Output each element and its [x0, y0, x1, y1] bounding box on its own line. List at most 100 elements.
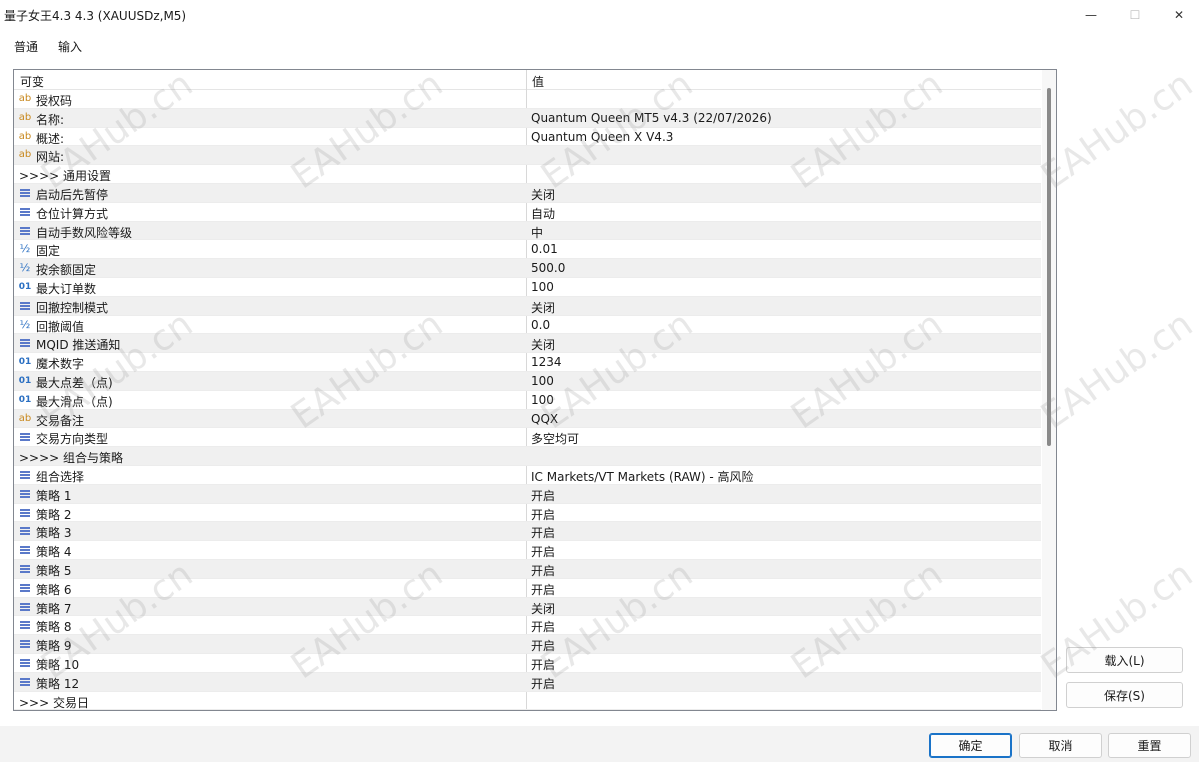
- tab-general[interactable]: 普通: [14, 38, 38, 58]
- variable-value[interactable]: IC Markets/VT Markets (RAW) - 高风险: [531, 468, 754, 485]
- close-button[interactable]: ✕: [1156, 0, 1199, 30]
- variable-value[interactable]: Quantum Queen X V4.3: [531, 130, 673, 144]
- table-row[interactable]: 策略 9 开启: [14, 635, 1041, 654]
- enum-list-icon: [18, 336, 32, 350]
- variable-name: 策略 1: [36, 488, 72, 503]
- table-row[interactable]: 策略 3 开启: [14, 522, 1041, 542]
- string-type-icon: ab: [18, 111, 32, 123]
- variable-name: 策略 6: [36, 582, 72, 597]
- variable-value[interactable]: 关闭: [531, 299, 555, 316]
- variable-name: 最大订单数: [36, 281, 97, 296]
- variable-value[interactable]: 1234: [531, 355, 562, 369]
- minimize-button[interactable]: —: [1068, 0, 1114, 30]
- table-row[interactable]: 01 最大订单数 100: [14, 278, 1041, 297]
- table-row[interactable]: 策略 8 开启: [14, 616, 1041, 636]
- variable-value[interactable]: 开启: [531, 487, 555, 504]
- variable-value[interactable]: 开启: [531, 581, 555, 598]
- table-row[interactable]: 策略 5 开启: [14, 559, 1041, 579]
- maximize-button[interactable]: ☐: [1112, 0, 1158, 30]
- variable-name: 策略 4: [36, 545, 72, 560]
- variable-name: 回撤控制模式: [36, 300, 109, 315]
- table-row[interactable]: ½ 回撤阈值 0.0: [14, 316, 1041, 335]
- table-row[interactable]: ab 概述: Quantum Queen X V4.3: [14, 128, 1041, 147]
- section-header: >>> 交易日: [19, 695, 89, 710]
- variable-name: 策略 5: [36, 563, 72, 578]
- column-header-variable[interactable]: 可变: [20, 73, 44, 90]
- integer-type-icon: 01: [18, 394, 32, 405]
- table-row[interactable]: ½ 按余额固定 500.0: [14, 259, 1041, 278]
- enum-list-icon: [18, 468, 32, 482]
- variable-value[interactable]: 500.0: [531, 261, 565, 275]
- save-button[interactable]: 保存(S): [1066, 682, 1183, 708]
- scrollbar-thumb[interactable]: [1047, 88, 1051, 446]
- close-icon: ✕: [1173, 8, 1185, 22]
- variable-name: 网站:: [36, 150, 65, 165]
- variable-value[interactable]: 关闭: [531, 186, 555, 203]
- table-row[interactable]: 自动手数风险等级 中: [14, 221, 1041, 241]
- variable-name: 策略 3: [36, 526, 72, 541]
- load-button[interactable]: 载入(L): [1066, 647, 1183, 673]
- table-row[interactable]: 仓位计算方式 自动: [14, 203, 1041, 222]
- table-row[interactable]: 01 最大滑点（点) 100: [14, 391, 1041, 410]
- variable-value[interactable]: 开启: [531, 524, 555, 541]
- tab-bar: 普通 输入: [0, 32, 1199, 60]
- variable-value[interactable]: 开启: [531, 675, 555, 692]
- variable-value[interactable]: 100: [531, 393, 554, 407]
- variable-value[interactable]: 关闭: [531, 336, 555, 353]
- variable-name: 魔术数字: [36, 357, 85, 372]
- column-header-value[interactable]: 值: [532, 73, 544, 90]
- enum-list-icon: [18, 205, 32, 219]
- table-row[interactable]: ab 授权码: [14, 90, 1041, 109]
- integer-type-icon: 01: [18, 281, 32, 292]
- variable-value[interactable]: QQX: [531, 412, 558, 426]
- variable-value[interactable]: 中: [531, 224, 543, 241]
- minimize-icon: —: [1085, 8, 1097, 22]
- variable-value[interactable]: 100: [531, 280, 554, 294]
- table-row[interactable]: 策略 7 关闭: [14, 597, 1041, 617]
- variable-name: 概述:: [36, 131, 65, 146]
- variable-name: 回撤阈值: [36, 319, 85, 334]
- variable-name: 策略 8: [36, 620, 72, 635]
- variable-value[interactable]: 开启: [531, 506, 555, 523]
- variable-value[interactable]: 开启: [531, 656, 555, 673]
- table-row[interactable]: >>>> 组合与策略: [14, 447, 1041, 466]
- table-row[interactable]: 启动后先暂停 关闭: [14, 183, 1041, 203]
- variable-value[interactable]: 开启: [531, 543, 555, 560]
- table-row[interactable]: 策略 10 开启: [14, 654, 1041, 673]
- table-row[interactable]: 组合选择 IC Markets/VT Markets (RAW) - 高风险: [14, 466, 1041, 485]
- table-row[interactable]: ab 网站:: [14, 146, 1041, 166]
- variable-value[interactable]: 开启: [531, 637, 555, 654]
- variable-name: 自动手数风险等级: [36, 225, 133, 240]
- table-row[interactable]: 策略 4 开启: [14, 541, 1041, 560]
- table-row[interactable]: ab 名称: Quantum Queen MT5 v4.3 (22/07/2026): [14, 108, 1041, 128]
- table-row[interactable]: ab 交易备注 QQX: [14, 409, 1041, 429]
- grid-rows: ab 授权码 ab 名称: Quantum Queen MT5 v4.3 (22/07/…: [14, 90, 1041, 710]
- variable-value[interactable]: 开启: [531, 562, 555, 579]
- variable-value[interactable]: 关闭: [531, 600, 555, 617]
- variable-value[interactable]: 100: [531, 374, 554, 388]
- variable-value[interactable]: 自动: [531, 205, 555, 222]
- table-row[interactable]: 策略 1 开启: [14, 484, 1041, 504]
- table-row[interactable]: MQID 推送通知 关闭: [14, 334, 1041, 354]
- window-title: 量子女王4.3 4.3 (XAUUSDz,M5): [4, 9, 187, 23]
- variable-value[interactable]: 0.0: [531, 318, 550, 332]
- table-row[interactable]: >>> 交易日: [14, 692, 1041, 710]
- variable-value[interactable]: Quantum Queen MT5 v4.3 (22/07/2026): [531, 111, 772, 125]
- table-row[interactable]: 策略 6 开启: [14, 579, 1041, 598]
- variable-value[interactable]: 0.01: [531, 242, 558, 256]
- table-row[interactable]: >>>> 通用设置: [14, 165, 1041, 184]
- table-row[interactable]: 策略 12 开启: [14, 672, 1041, 692]
- table-row[interactable]: 策略 2 开启: [14, 504, 1041, 523]
- table-row[interactable]: 回撤控制模式 关闭: [14, 296, 1041, 316]
- variable-value[interactable]: 开启: [531, 618, 555, 635]
- table-row[interactable]: 01 最大点差（点) 100: [14, 371, 1041, 391]
- variable-value[interactable]: 多空均可: [531, 430, 579, 447]
- table-row[interactable]: 01 魔术数字 1234: [14, 353, 1041, 372]
- table-row[interactable]: ½ 固定 0.01: [14, 240, 1041, 260]
- reset-button[interactable]: 重置: [1108, 733, 1191, 758]
- cancel-button[interactable]: 取消: [1019, 733, 1102, 758]
- enum-list-icon: [18, 656, 32, 670]
- ok-button[interactable]: 确定: [929, 733, 1012, 758]
- table-row[interactable]: 交易方向类型 多空均可: [14, 428, 1041, 448]
- tab-inputs[interactable]: 输入: [58, 38, 83, 60]
